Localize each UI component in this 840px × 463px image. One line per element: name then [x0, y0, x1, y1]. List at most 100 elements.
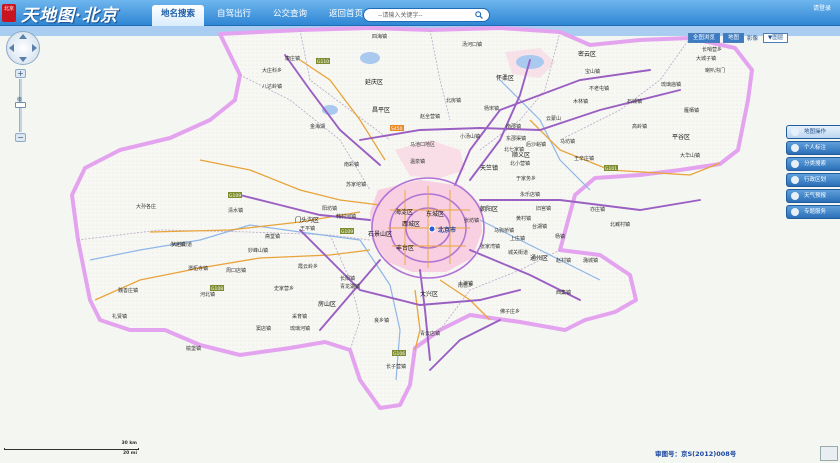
capital-label: 北京市	[438, 226, 456, 234]
logo-seal: 北京	[2, 4, 16, 22]
map-page: 北京 天地图·北京 地名搜索 自驾出行 公交查询 返回首页 请登录	[0, 0, 840, 463]
place-label: 石景山区	[368, 230, 392, 238]
place-label: 良乡镇	[374, 317, 389, 324]
zoom-in-button[interactable]: +	[15, 69, 26, 78]
logo-text: 天地图·北京	[21, 5, 118, 26]
place-label: 大城子镇	[696, 55, 716, 62]
place-label: 青云店镇	[420, 330, 440, 337]
place-label: 北七家镇	[504, 146, 524, 153]
place-label: 金海湖	[310, 123, 325, 130]
tab-transit[interactable]: 公交查询	[264, 5, 316, 23]
place-label: 潞城镇	[583, 257, 598, 264]
place-label: 杨宋镇	[484, 105, 499, 112]
place-label: 宝山镇	[585, 68, 600, 75]
scale-line	[4, 448, 139, 450]
place-label: 霞云岭乡	[298, 263, 318, 270]
zoom-level-mark: 级	[17, 97, 23, 103]
search-icon[interactable]	[472, 9, 485, 21]
place-label: 朝阳区	[480, 205, 498, 213]
place-label: 马驹桥镇	[494, 227, 514, 234]
place-label: 云蒙山	[546, 115, 561, 122]
overview-toggle[interactable]	[820, 446, 838, 461]
side-tools: 地图操作 个人标注 分类搜索 行政区划 天气预报 专题服务	[786, 125, 840, 221]
layer-dropdown[interactable]: ▼图层	[763, 33, 789, 43]
place-label: 马坊镇	[560, 138, 575, 145]
tab-driving[interactable]: 自驾出行	[208, 5, 260, 23]
scale-mi: 20 mi	[122, 451, 137, 456]
place-label: 怀柔区	[496, 74, 514, 82]
place-label: 石城镇	[627, 98, 642, 105]
svg-text:G109: G109	[341, 229, 353, 235]
tool-map-operation[interactable]: 地图操作	[786, 125, 840, 139]
svg-text:S450: S450	[391, 126, 403, 132]
place-label: 四海镇	[372, 33, 387, 40]
logo[interactable]: 北京 天地图·北京	[2, 1, 118, 26]
place-label: 木林镇	[573, 98, 588, 105]
pan-control[interactable]	[6, 31, 40, 65]
place-label: 佛子庄乡	[500, 308, 520, 315]
place-label: 长子营镇	[386, 363, 406, 370]
tool-admin-division[interactable]: 行政区划	[786, 173, 840, 187]
place-label: 琉璃河镇	[290, 325, 310, 332]
place-label: 赵村镇	[556, 257, 571, 264]
place-label: 赵全营镇	[420, 113, 440, 120]
place-label: 亦庄镇	[590, 206, 605, 213]
place-label: 门头沟区	[295, 216, 319, 224]
tool-category-search[interactable]: 分类搜索	[786, 157, 840, 171]
marker-icon	[791, 144, 799, 152]
pan-left-icon[interactable]	[9, 44, 14, 52]
place-label: 汤河口镇	[462, 41, 482, 48]
zoom-out-button[interactable]: −	[15, 133, 26, 142]
category-icon	[791, 160, 799, 168]
place-label: 东邵渠镇	[506, 135, 526, 142]
place-label: 潭柘寺镇	[188, 265, 208, 272]
tab-place-search[interactable]: 地名搜索	[152, 5, 205, 26]
place-label: 北小营镇	[510, 160, 530, 167]
hand-icon	[791, 128, 799, 136]
place-label: 黄村镇	[516, 215, 531, 222]
place-label: 天竺镇	[480, 164, 498, 172]
place-label: 北臧村镇	[610, 221, 630, 228]
scale-bar: 30 km 20 mi	[4, 440, 139, 460]
pan-right-icon[interactable]	[32, 44, 37, 52]
reservoir-north	[360, 52, 380, 64]
place-label: 清水镇	[228, 207, 243, 214]
capital-marker[interactable]	[428, 225, 436, 233]
place-label: 西城区	[402, 221, 420, 228]
place-label: 魏善庄镇	[118, 287, 138, 294]
search-input[interactable]	[364, 9, 472, 21]
theme-icon	[791, 208, 799, 216]
tool-personal-marker[interactable]: 个人标注	[786, 141, 840, 155]
place-label: 琉璃庙镇	[661, 81, 681, 88]
place-label: 采育镇	[292, 313, 307, 320]
place-label: 史家营乡	[274, 285, 294, 292]
tool-weather[interactable]: 天气预报	[786, 189, 840, 203]
tool-theme-service[interactable]: 专题服务	[786, 205, 840, 219]
place-label: 王辛庄镇	[574, 155, 594, 162]
map-canvas[interactable]: G110 G109 G108 G109 S450 G101 G106 北京市 延…	[0, 26, 840, 463]
place-label: 雁栖镇	[684, 107, 699, 114]
place-label: 台湖镇	[532, 223, 547, 230]
login-link[interactable]: 请登录	[813, 3, 831, 12]
weather-icon	[791, 192, 799, 200]
full-view-button[interactable]: 全图浏览	[688, 33, 721, 43]
pan-down-icon[interactable]	[19, 57, 27, 62]
place-label: 周口店镇	[226, 267, 246, 274]
place-label: 张家湾镇	[480, 243, 500, 250]
division-icon	[791, 176, 799, 184]
place-label: 窦店镇	[256, 325, 271, 332]
place-label: 礼贤镇	[112, 313, 127, 320]
pan-up-icon[interactable]	[19, 34, 27, 39]
map-view-button[interactable]: 地图	[723, 33, 745, 43]
place-label: 南邵镇	[506, 123, 521, 130]
nav-tabs: 地名搜索 自驾出行 公交查询 返回首页	[152, 5, 376, 26]
place-label: 延庆区	[365, 78, 383, 86]
place-label: 高岭镇	[632, 123, 647, 130]
place-label: 永定镇	[170, 241, 185, 248]
place-label: 榆垡镇	[186, 345, 201, 352]
place-label: 杨镇	[555, 233, 565, 240]
place-label: 十渡镇	[458, 280, 473, 287]
place-label: 旧宫镇	[536, 205, 551, 212]
place-label: 上庄镇	[510, 235, 525, 242]
satellite-view-button[interactable]: 影像	[747, 34, 758, 42]
